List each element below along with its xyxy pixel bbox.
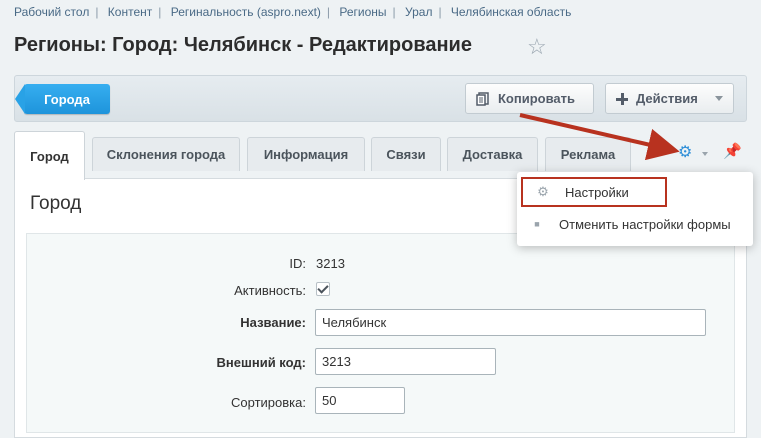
actions-button[interactable]: Действия xyxy=(605,83,734,114)
tab-ads[interactable]: Реклама xyxy=(545,137,631,171)
external-code-label: Внешний код: xyxy=(216,355,306,370)
bullet-icon: ■ xyxy=(534,219,540,229)
copy-icon xyxy=(476,91,489,106)
form-settings-gear-icon[interactable]: ⚙ xyxy=(678,142,692,162)
gear-icon: ⚙ xyxy=(537,184,549,199)
copy-button[interactable]: Копировать xyxy=(465,83,594,114)
copy-button-label: Копировать xyxy=(498,91,576,106)
tab-label: Город xyxy=(30,148,69,164)
breadcrumb: Рабочий стол | Контент | Регинальность (as… xyxy=(14,5,571,19)
breadcrumb-separator: | xyxy=(392,5,396,19)
star-icon[interactable]: ☆ xyxy=(527,36,547,58)
breadcrumb-separator: | xyxy=(158,5,162,19)
breadcrumb-separator: | xyxy=(326,5,331,19)
breadcrumb-item[interactable]: Рабочий стол xyxy=(14,5,89,19)
chevron-down-icon xyxy=(715,96,723,101)
breadcrumb-item[interactable]: Регинальность (aspro.next) xyxy=(171,5,321,19)
sort-label: Сортировка: xyxy=(231,395,306,410)
breadcrumb-item[interactable]: Контент xyxy=(108,5,152,19)
breadcrumb-separator: | xyxy=(95,5,99,19)
page-title: Регионы: Город: Челябинск - Редактирован… xyxy=(14,34,472,56)
active-label: Активность: xyxy=(234,283,306,298)
tab-links[interactable]: Связи xyxy=(371,137,441,171)
actions-button-label: Действия xyxy=(636,91,698,106)
tab-label: Склонения города xyxy=(106,147,226,162)
tab-label: Реклама xyxy=(560,147,616,162)
sort-input[interactable] xyxy=(315,387,405,414)
menu-item-settings[interactable]: ⚙ Настройки xyxy=(521,177,667,207)
name-label: Название: xyxy=(240,315,306,330)
tab-delivery[interactable]: Доставка xyxy=(447,137,538,171)
settings-dropdown-menu: ⚙ Настройки ■ Отменить настройки формы xyxy=(517,172,753,246)
tab-declensions[interactable]: Склонения города xyxy=(92,137,240,171)
chevron-down-icon[interactable] xyxy=(702,152,708,156)
back-to-list-button[interactable]: Города xyxy=(15,84,110,114)
id-label: ID: xyxy=(289,256,306,271)
menu-item-label: Настройки xyxy=(565,184,629,200)
tab-info[interactable]: Информация xyxy=(247,137,365,171)
tab-label: Информация xyxy=(263,147,349,162)
tab-label: Доставка xyxy=(462,147,523,162)
id-value: 3213 xyxy=(316,256,345,271)
breadcrumb-separator: | xyxy=(438,5,442,19)
pin-icon[interactable]: 📌 xyxy=(723,142,742,160)
breadcrumb-item[interactable]: Челябинская область xyxy=(451,5,571,19)
external-code-input[interactable] xyxy=(315,348,496,375)
breadcrumb-item[interactable]: Урал xyxy=(405,5,432,19)
plus-icon xyxy=(616,92,628,105)
menu-item-reset-form-settings[interactable]: ■ Отменить настройки формы xyxy=(517,211,753,237)
active-checkbox[interactable] xyxy=(316,282,330,296)
tab-label: Связи xyxy=(386,147,426,162)
menu-item-label: Отменить настройки формы xyxy=(559,216,731,232)
breadcrumb-item[interactable]: Регионы xyxy=(339,5,386,19)
name-input[interactable] xyxy=(315,309,706,336)
section-title: Город xyxy=(30,193,82,214)
tab-city[interactable]: Город xyxy=(14,131,85,180)
back-button-label: Города xyxy=(44,91,90,107)
